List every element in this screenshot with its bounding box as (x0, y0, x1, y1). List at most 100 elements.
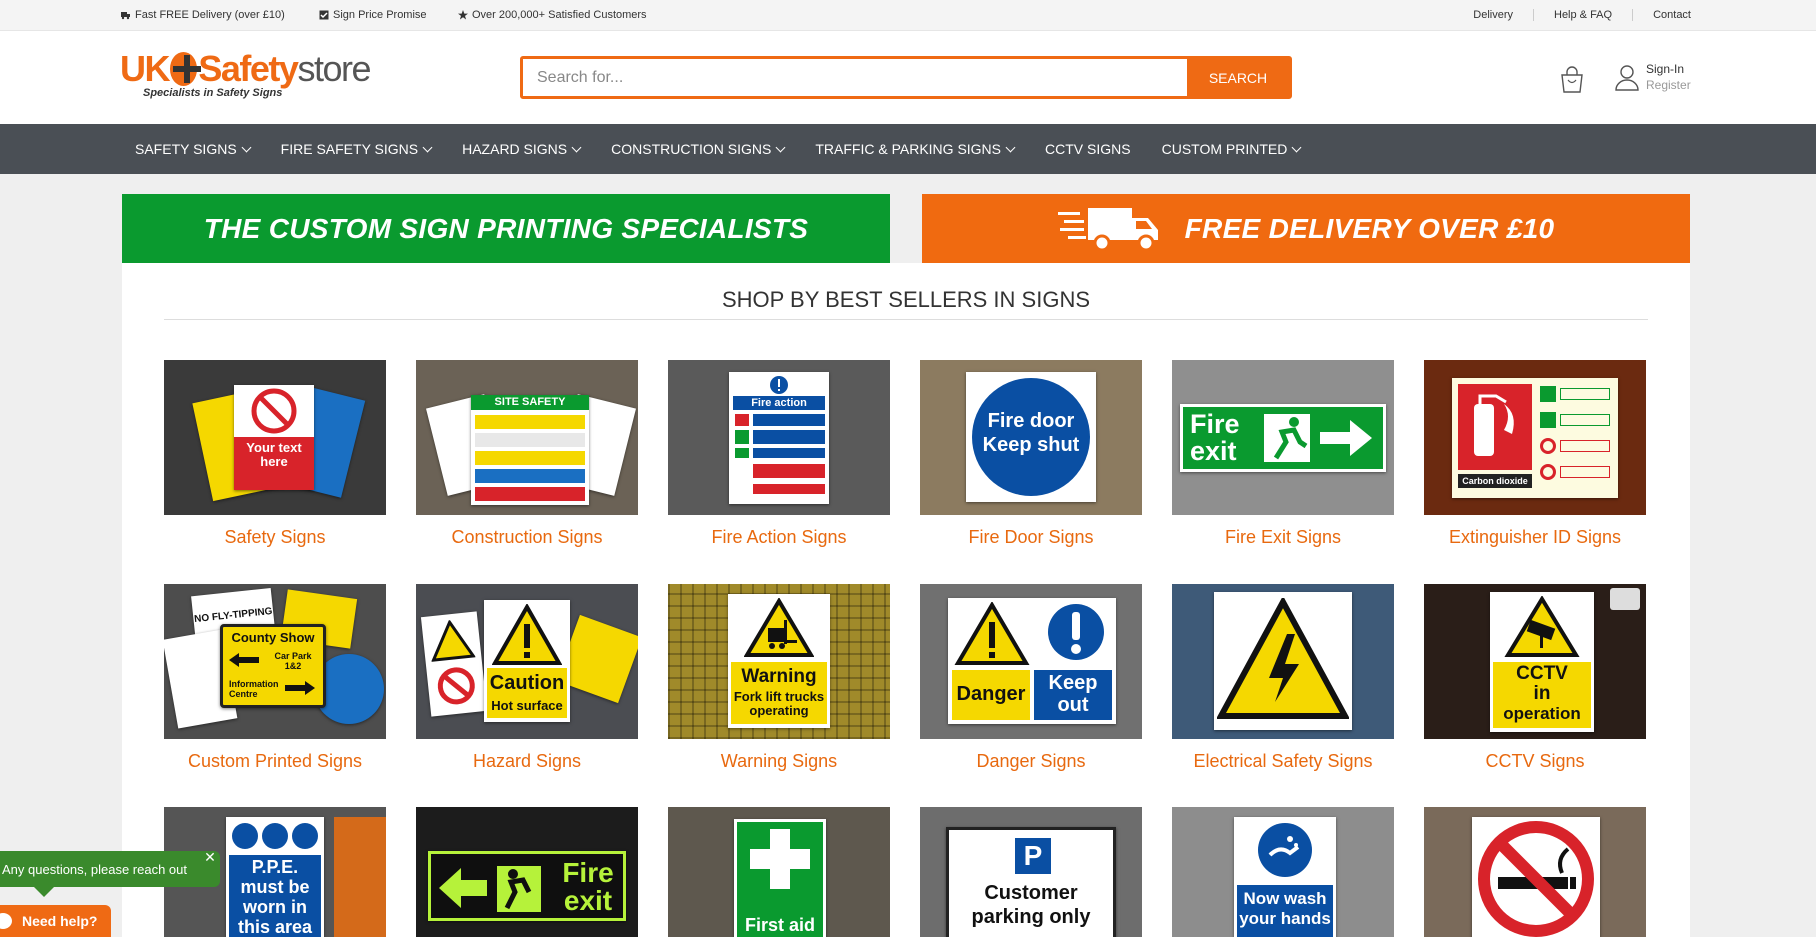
search-bar: SEARCH (520, 56, 1292, 99)
register-link[interactable]: Register (1646, 77, 1691, 93)
link-delivery[interactable]: Delivery (1453, 9, 1533, 21)
free-delivery-banner[interactable]: FREE DELIVERY OVER £10 (922, 194, 1690, 263)
category-tile-warning-signs[interactable]: Warning Fork lift trucks operating Warni… (668, 584, 890, 772)
fire-action-image[interactable]: Fire action (668, 360, 890, 515)
cctv-signs-image[interactable]: CCTV in operation (1424, 584, 1646, 739)
chevron-down-icon (775, 142, 786, 152)
your-text-here-label: Your text here (234, 437, 314, 490)
nav-label: CONSTRUCTION SIGNS (611, 141, 772, 157)
wash-hands-icon (1258, 823, 1312, 877)
custom-printed-image[interactable]: NO FLY-TIPPING County Show Car Park 1&2 … (164, 584, 386, 739)
category-tile-cctv-signs[interactable]: CCTV in operation CCTV Signs (1424, 584, 1646, 772)
tile-label[interactable]: Fire Action Signs (668, 527, 890, 548)
custom-printing-banner[interactable]: THE CUSTOM SIGN PRINTING SPECIALISTS (122, 194, 890, 263)
tile-label[interactable]: Construction Signs (416, 527, 638, 548)
fire-door-image[interactable]: Fire door Keep shut (920, 360, 1142, 515)
category-tile-hygiene[interactable]: Now wash your hands (1172, 807, 1394, 937)
category-tile-custom-printed-signs[interactable]: NO FLY-TIPPING County Show Car Park 1&2 … (164, 584, 386, 772)
safety-signs-image[interactable]: Your text here (164, 360, 386, 515)
glow-fire-exit-image[interactable]: Fire exit (416, 807, 638, 937)
fire-exit-text-1: Fire (1190, 409, 1240, 439)
nav-fire-safety-signs[interactable]: FIRE SAFETY SIGNS (281, 141, 433, 157)
information-centre-label: Information Centre (229, 679, 279, 699)
electrical-safety-image[interactable] (1172, 584, 1394, 739)
usp-price-text: Sign Price Promise (333, 9, 427, 21)
category-tile-parking[interactable]: P Customer parking only (920, 807, 1142, 937)
delivery-truck-icon (1057, 207, 1158, 251)
search-input[interactable] (523, 59, 1187, 96)
nav-traffic-parking-signs[interactable]: TRAFFIC & PARKING SIGNS (815, 141, 1016, 157)
extinguisher-id-image[interactable]: Carbon dioxide (1424, 360, 1646, 515)
user-icon[interactable] (1614, 63, 1640, 91)
tile-label[interactable]: Extinguisher ID Signs (1424, 527, 1646, 548)
logo-uk: UK (120, 48, 171, 89)
extinguisher-icon (1474, 394, 1514, 456)
nav-construction-signs[interactable]: CONSTRUCTION SIGNS (611, 141, 786, 157)
logo-store: store (297, 48, 371, 89)
category-tile-electrical-safety-signs[interactable]: Electrical Safety Signs (1172, 584, 1394, 772)
need-help-label: Need help? (22, 913, 98, 929)
warning-exclamation-icon (492, 604, 562, 665)
no-smoking-image[interactable] (1424, 807, 1646, 937)
banner-left-text: THE CUSTOM SIGN PRINTING SPECIALISTS (203, 212, 809, 244)
tile-label[interactable]: Custom Printed Signs (164, 751, 386, 772)
category-tile-fire-action-signs[interactable]: Fire action Fire Action Signs (668, 360, 890, 548)
link-contact[interactable]: Contact (1632, 9, 1691, 21)
tile-label[interactable]: Electrical Safety Signs (1172, 751, 1394, 772)
chevron-down-icon (241, 142, 252, 152)
warning-signs-image[interactable]: Warning Fork lift trucks operating (668, 584, 890, 739)
category-tile-first-aid[interactable]: First aid (668, 807, 890, 937)
glow-fire-text: Fire (562, 857, 614, 888)
category-tile-danger-signs[interactable]: Danger Keep out Danger Signs (920, 584, 1142, 772)
checkbox-icon (319, 10, 329, 20)
nav-custom-printed[interactable]: CUSTOM PRINTED (1162, 141, 1302, 157)
nav-hazard-signs[interactable]: HAZARD SIGNS (462, 141, 582, 157)
caution-label: Caution (489, 672, 565, 694)
customer-parking-image[interactable]: P Customer parking only (920, 807, 1142, 937)
category-tile-safety-signs[interactable]: Your text here Safety Signs (164, 360, 386, 548)
hot-surface-label: Hot surface (491, 698, 563, 713)
usp-customers-text: Over 200,000+ Satisfied Customers (472, 9, 647, 21)
sign-in-link[interactable]: Sign-In (1646, 61, 1691, 77)
county-show-label: County Show (231, 630, 315, 645)
wash-hands-image[interactable]: Now wash your hands (1172, 807, 1394, 937)
chat-prompt-bubble[interactable]: Any questions, please reach out (0, 851, 220, 897)
site-safety-label: SITE SAFETY (471, 395, 589, 410)
tile-label[interactable]: Fire Door Signs (920, 527, 1142, 548)
link-help-faq[interactable]: Help & FAQ (1533, 9, 1632, 21)
keep-out-text-1: Keep (1048, 672, 1098, 694)
nav-label: SAFETY SIGNS (135, 141, 237, 157)
tile-label[interactable]: Fire Exit Signs (1172, 527, 1394, 548)
first-aid-image[interactable]: First aid (668, 807, 890, 937)
category-tile-no-smoking[interactable] (1424, 807, 1646, 937)
fire-exit-image[interactable]: Fire exit (1172, 360, 1394, 515)
fire-door-text-2: Keep shut (982, 434, 1080, 456)
category-tile-extinguisher-id-signs[interactable]: Carbon dioxide Extinguisher ID Signs (1424, 360, 1646, 548)
close-icon[interactable]: ✕ (202, 849, 218, 865)
construction-signs-image[interactable]: SITE SAFETY (416, 360, 638, 515)
chevron-down-icon (571, 142, 582, 152)
hazard-triangle-icon (431, 619, 476, 662)
warning-label: Warning (741, 666, 817, 687)
shopping-bag-icon[interactable] (1558, 66, 1586, 94)
usp-delivery: Fast FREE Delivery (over £10) (121, 9, 285, 21)
tile-label[interactable]: Warning Signs (668, 751, 890, 772)
danger-signs-image[interactable]: Danger Keep out (920, 584, 1142, 739)
tile-label[interactable]: Safety Signs (164, 527, 386, 548)
category-tile-hazard-signs[interactable]: Caution Hot surface Hazard Signs (416, 584, 638, 772)
cctv-camera-icon (1504, 596, 1580, 657)
tile-label[interactable]: Danger Signs (920, 751, 1142, 772)
category-tile-construction-signs[interactable]: SITE SAFETY Construction Signs (416, 360, 638, 548)
category-tile-fire-exit-signs[interactable]: Fire exit Fire Exit Signs (1172, 360, 1394, 548)
category-tile-photoluminescent-exit[interactable]: Fire exit (416, 807, 638, 937)
top-links: Delivery Help & FAQ Contact (1453, 9, 1691, 21)
site-logo[interactable]: UK Safety store Specialists in Safety Si… (120, 48, 371, 102)
tile-label[interactable]: Hazard Signs (416, 751, 638, 772)
nav-safety-signs[interactable]: SAFETY SIGNS (135, 141, 252, 157)
tile-label[interactable]: CCTV Signs (1424, 751, 1646, 772)
nav-cctv-signs[interactable]: CCTV SIGNS (1045, 141, 1131, 157)
hazard-signs-image[interactable]: Caution Hot surface (416, 584, 638, 739)
search-button[interactable]: SEARCH (1187, 59, 1289, 96)
need-help-button[interactable]: Need help? (0, 905, 111, 937)
category-tile-fire-door-signs[interactable]: Fire door Keep shut Fire Door Signs (920, 360, 1142, 548)
